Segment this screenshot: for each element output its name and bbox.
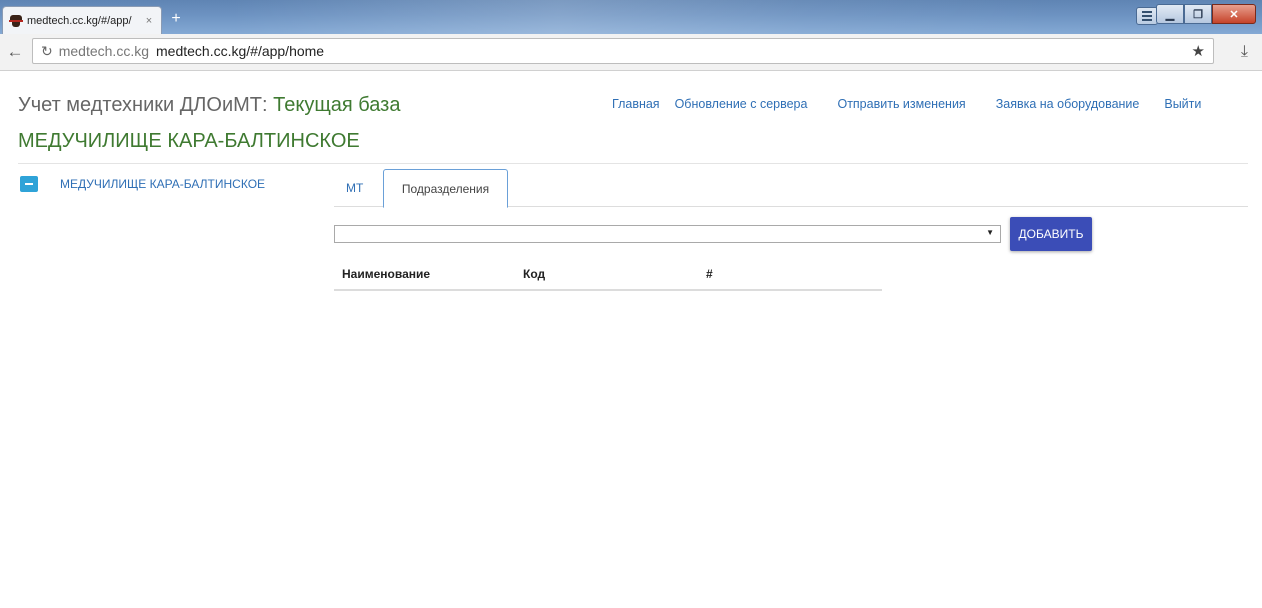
browser-tab[interactable]: medtech.cc.kg/#/app/ × — [2, 6, 162, 34]
site-favicon-icon — [9, 14, 23, 27]
window-controls: ▁ ❐ ✕ — [1156, 4, 1256, 24]
collapse-minus-icon[interactable] — [20, 176, 38, 192]
page-title: Учет медтехники ДЛОиМТ: Текущая база — [18, 94, 400, 117]
nav-equipment-request[interactable]: Заявка на оборудование — [996, 97, 1140, 111]
tab-close-icon[interactable]: × — [143, 15, 155, 27]
app-title-text: Учет медтехники ДЛОиМТ: — [18, 94, 268, 116]
tree-node-label[interactable]: МЕДУЧИЛИЩЕ КАРА-БАЛТИНСКОЕ — [60, 177, 265, 191]
nav-send-changes[interactable]: Отправить изменения — [837, 97, 965, 111]
column-header-number: # — [706, 267, 713, 281]
url-text[interactable]: medtech.cc.kg/#/app/home — [156, 43, 324, 59]
back-arrow-icon[interactable]: ← — [6, 43, 24, 61]
tree-node-org[interactable]: МЕДУЧИЛИЩЕ КАРА-БАЛТИНСКОЕ — [20, 176, 265, 192]
tab-mt[interactable]: МТ — [334, 169, 375, 207]
address-bar[interactable]: ↻ medtech.cc.kg medtech.cc.kg/#/app/home… — [32, 38, 1214, 64]
header-divider — [18, 163, 1248, 164]
browser-titlebar: medtech.cc.kg/#/app/ × + ▁ ❐ ✕ — [0, 0, 1262, 34]
browser-toolbar: ← ↻ medtech.cc.kg medtech.cc.kg/#/app/ho… — [0, 34, 1262, 71]
department-select[interactable]: ▼ — [334, 225, 1001, 243]
column-header-name: Наименование — [342, 267, 431, 281]
url-host: medtech.cc.kg — [58, 43, 149, 59]
tab-departments[interactable]: Подразделения — [383, 169, 508, 208]
nav-logout[interactable]: Выйти — [1164, 97, 1201, 111]
browser-menu-icon[interactable] — [1136, 7, 1158, 25]
add-button[interactable]: ДОБАВИТЬ — [1010, 217, 1092, 251]
new-tab-button[interactable]: + — [166, 11, 186, 29]
departments-table: Наименование Код # — [334, 262, 882, 291]
content-tabs: МТ Подразделения — [334, 169, 1248, 208]
reload-icon[interactable]: ↻ — [41, 43, 53, 60]
close-window-icon[interactable]: ✕ — [1212, 4, 1256, 24]
top-navigation: Главная Обновление с сервера Отправить и… — [612, 97, 1201, 111]
tab-title: medtech.cc.kg/#/app/ — [27, 14, 132, 27]
nav-home[interactable]: Главная — [612, 97, 660, 111]
dropdown-arrow-icon[interactable]: ▼ — [986, 228, 994, 237]
organization-title: МЕДУЧИЛИЩЕ КАРА-БАЛТИНСКОЕ — [18, 130, 360, 152]
nav-update-from-server[interactable]: Обновление с сервера — [675, 97, 808, 111]
bookmark-star-icon[interactable]: ★ — [1192, 42, 1205, 60]
current-db-label: Текущая база — [273, 94, 401, 116]
column-header-code: Код — [523, 267, 546, 281]
download-icon[interactable]: ⤓ — [1241, 43, 1248, 61]
minimize-icon[interactable]: ▁ — [1156, 4, 1184, 24]
maximize-icon[interactable]: ❐ — [1184, 4, 1212, 24]
